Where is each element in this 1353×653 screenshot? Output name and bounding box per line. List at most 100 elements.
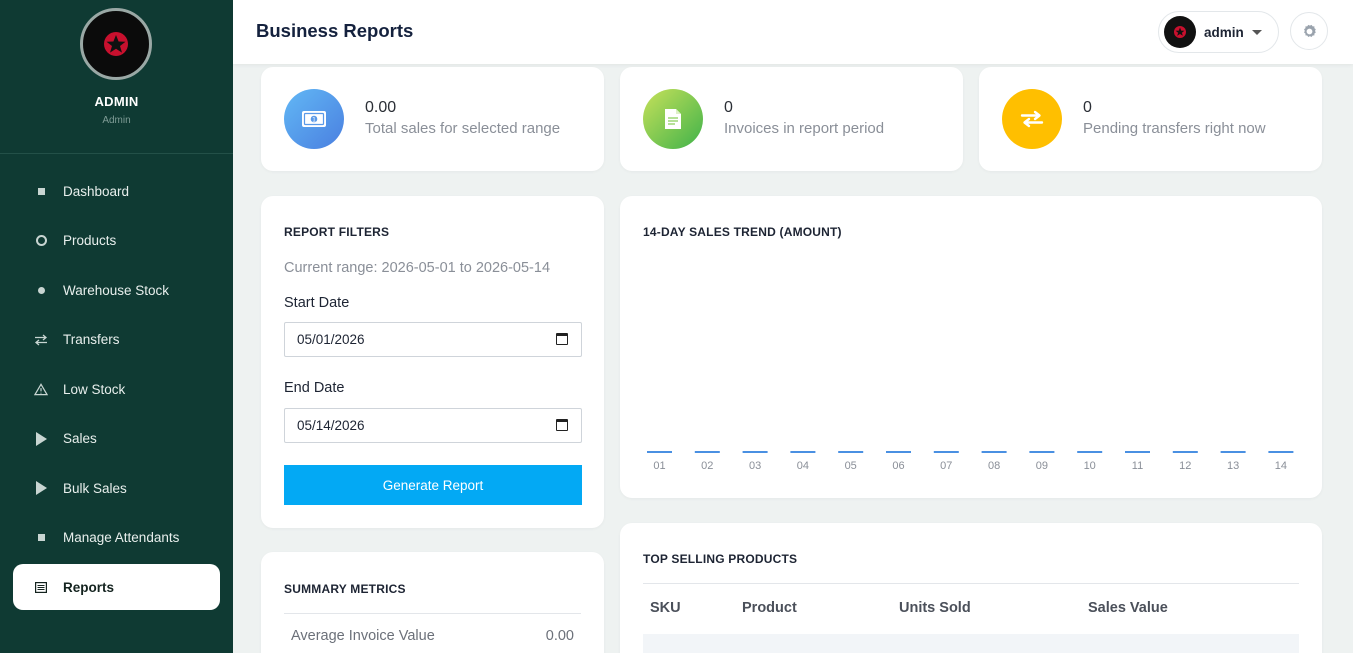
dot-icon (34, 283, 48, 297)
x-tick-label: 01 (653, 460, 665, 472)
calendar-icon[interactable] (556, 419, 568, 431)
square-icon (34, 531, 48, 545)
start-date-input[interactable]: 05/01/2026 (284, 322, 582, 357)
chart-bar (933, 451, 959, 453)
section-title: SUMMARY METRICS (284, 582, 406, 596)
chart-bar (1172, 451, 1198, 453)
x-tick-label: 09 (1036, 460, 1048, 472)
x-tick-label: 12 (1179, 460, 1191, 472)
money-icon: 1 (284, 89, 344, 149)
column-header-sku[interactable]: SKU (650, 600, 681, 616)
chart-bar (1220, 451, 1246, 453)
sidebar-item-products[interactable]: Products (13, 218, 220, 264)
sidebar-item-label: Manage Attendants (63, 530, 180, 545)
user-menu[interactable]: admin (1158, 11, 1279, 53)
report-list-icon (34, 580, 48, 594)
sidebar-item-reports[interactable]: Reports (13, 564, 220, 610)
stat-label: Invoices in report period (724, 120, 885, 137)
sidebar-item-warehouse-stock[interactable]: Warehouse Stock (13, 267, 220, 313)
column-header-product[interactable]: Product (742, 600, 797, 616)
x-tick-label: 05 (845, 460, 857, 472)
sidebar-item-label: Low Stock (63, 381, 126, 397)
sidebar-item-label: Reports (63, 579, 115, 595)
settings-button[interactable] (1290, 12, 1328, 50)
profile-name: ADMIN (94, 94, 139, 109)
chart-bar (886, 451, 911, 453)
stat-card-pending-transfers: 0 Pending transfers right now (979, 67, 1322, 171)
end-date-label: End Date (284, 380, 345, 396)
x-tick-label: 07 (940, 460, 952, 472)
sidebar-item-dashboard[interactable]: Dashboard (13, 168, 220, 214)
chart-bar (1077, 451, 1103, 453)
sidebar-item-low-stock[interactable]: Low Stock (13, 366, 220, 412)
end-date-input[interactable]: 05/14/2026 (284, 408, 582, 443)
stat-value: 0.00 (365, 99, 397, 116)
page-title: Business Reports (256, 20, 414, 41)
chart-bar (694, 451, 720, 453)
sidebar-item-bulk-sales[interactable]: Bulk Sales (13, 465, 220, 511)
stat-value: 0 (1083, 99, 1092, 116)
sidebar-item-label: Sales (63, 431, 97, 446)
section-title: REPORT FILTERS (284, 225, 390, 239)
calendar-icon[interactable] (556, 333, 568, 345)
profile-panel: ADMIN Admin (0, 0, 233, 154)
x-tick-label: 02 (701, 460, 713, 472)
top-header: Business Reports admin (233, 0, 1353, 64)
start-date-label: Start Date (284, 295, 350, 311)
ring-icon (34, 234, 48, 248)
chart-bar (1268, 451, 1294, 453)
sidebar-item-label: Bulk Sales (63, 480, 127, 496)
chart-bar (790, 451, 816, 453)
x-tick-label: 10 (1084, 460, 1096, 472)
play-icon (34, 481, 48, 495)
sidebar-item-manage-attendants[interactable]: Manage Attendants (13, 515, 220, 561)
sidebar-item-label: Transfers (63, 332, 120, 347)
summary-metrics-card: SUMMARY METRICS Average Invoice Value 0.… (261, 552, 604, 653)
report-filters-card: REPORT FILTERS Current range: 2026-05-01… (261, 196, 604, 528)
play-icon (34, 431, 48, 446)
end-date-value: 05/14/2026 (297, 418, 365, 433)
chart-bar (1125, 451, 1150, 453)
top-selling-card: TOP SELLING PRODUCTS SKU Product Units S… (620, 523, 1322, 653)
star-logo-icon (1174, 26, 1186, 38)
star-logo-icon (104, 32, 128, 56)
chart-bar (981, 451, 1007, 453)
chart-bar (838, 451, 864, 453)
sales-trend-chart: 01 02 03 04 05 06 07 08 09 10 11 12 13 14 (647, 451, 1294, 472)
sidebar-item-label: Warehouse Stock (63, 282, 170, 298)
divider (284, 613, 581, 614)
chart-bar (1029, 451, 1055, 453)
start-date-value: 05/01/2026 (297, 332, 365, 347)
sidebar-item-transfers[interactable]: Transfers (13, 317, 220, 363)
sidebar-item-label: Products (63, 233, 117, 248)
x-tick-label: 14 (1275, 460, 1287, 472)
column-header-sales-value[interactable]: Sales Value (1088, 600, 1168, 616)
sidebar-item-sales[interactable]: Sales (13, 416, 220, 462)
x-tick-label: 06 (892, 460, 904, 472)
sidebar: ADMIN Admin Dashboard Products Warehouse… (0, 0, 233, 653)
svg-text:1: 1 (312, 116, 316, 123)
warning-icon (34, 382, 48, 396)
x-tick-label: 11 (1132, 460, 1143, 472)
generate-report-button[interactable]: Generate Report (284, 465, 582, 505)
sidebar-item-label: Dashboard (63, 183, 130, 199)
gear-icon (1303, 24, 1316, 37)
sales-trend-card: 14-DAY SALES TREND (AMOUNT) 01 02 03 04 05 06… (620, 196, 1322, 498)
stat-card-total-sales: 1 0.00 Total sales for selected range (261, 67, 604, 171)
user-name: admin (1204, 24, 1244, 40)
avatar (1164, 16, 1196, 48)
square-icon (34, 184, 48, 198)
table-row (643, 634, 1299, 653)
current-range-text: Current range: 2026-05-01 to 2026-05-14 (284, 260, 551, 276)
chart-bar (742, 451, 768, 453)
metric-value: 0.00 (545, 628, 574, 644)
document-icon (643, 89, 703, 149)
avatar[interactable] (80, 8, 152, 80)
divider (643, 583, 1299, 584)
metric-row: Average Invoice Value 0.00 (291, 628, 574, 644)
x-tick-label: 03 (749, 460, 761, 472)
profile-role: Admin (102, 115, 131, 126)
chevron-down-icon (1252, 30, 1262, 35)
column-header-units-sold[interactable]: Units Sold (899, 600, 971, 616)
transfer-arrows-icon (1002, 89, 1062, 149)
